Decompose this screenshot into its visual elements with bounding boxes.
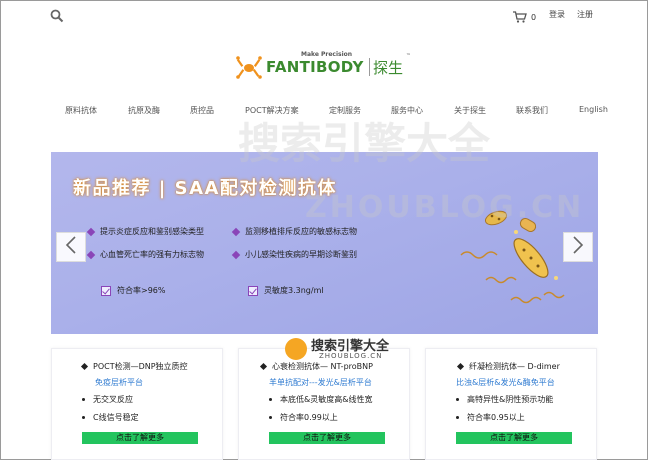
logo-wordmark: FANTIBODY — [266, 58, 364, 76]
card-item: 符合率0.95以上 — [456, 412, 525, 423]
banner-feature: 小儿感染性疾病的早期诊断鉴别 — [231, 249, 357, 260]
bullet-dot-icon — [269, 416, 272, 419]
diamond-bullet-icon — [456, 362, 465, 371]
card-title: 纤凝检测抗体— D-dimer — [426, 361, 596, 372]
card-item-text: 本底低&灵敏度高&线性宽 — [280, 395, 373, 404]
banner-feature-text: 监测移植排斥反应的敏感标志物 — [245, 227, 357, 236]
main-nav: 原料抗体 抗原及酶 质控品 POCT解决方案 定制服务 服务中心 关于探生 联系… — [0, 105, 648, 119]
diamond-bullet-icon — [259, 362, 268, 371]
card-item: 无交叉反应 — [82, 394, 133, 405]
checkbox-icon — [101, 285, 111, 296]
card-title-text: POCT检测—DNP独立质控 — [93, 362, 188, 371]
bullet-dot-icon — [269, 398, 272, 401]
register-link[interactable]: 注册 — [577, 9, 593, 20]
banner-feature-text: 提示炎症反应和鉴别感染类型 — [100, 227, 204, 236]
card-title: POCT检测—DNP独立质控 — [52, 361, 222, 372]
chevron-right-icon — [572, 236, 584, 258]
watermark-badge: 搜索引擎大全 ZHOUBLOG.CN — [285, 335, 393, 365]
frog-logo-icon — [236, 55, 262, 83]
diamond-bullet-icon — [80, 362, 89, 371]
banner-spec: 符合率>96% — [101, 285, 165, 296]
banner-feature-text: 小儿感染性疾病的早期诊断鉴别 — [245, 250, 357, 259]
product-card-dnp[interactable]: POCT检测—DNP独立质控 免疫层析平台 无交叉反应 C线信号稳定 点击了解更… — [51, 348, 223, 460]
trademark-mark: ™ — [406, 53, 411, 59]
diamond-bullet-icon — [231, 227, 241, 236]
checkbox-icon — [248, 285, 258, 296]
logo-tagline: Make Precision — [301, 51, 353, 58]
banner-feature: 提示炎症反应和鉴别感染类型 — [86, 226, 204, 237]
search-icon[interactable] — [50, 8, 66, 24]
product-card-ddimer[interactable]: 纤凝检测抗体— D-dimer 比浊&层析&发光&酶免平台 高特异性&阴性预示功… — [425, 348, 597, 460]
banner-feature: 监测移植排斥反应的敏感标志物 — [231, 226, 357, 237]
logo-divider — [369, 58, 370, 76]
bullet-dot-icon — [456, 398, 459, 401]
bullet-dot-icon — [456, 416, 459, 419]
banner-title: 新品推荐 | SAA配对检测抗体 — [73, 178, 337, 199]
banner-spec-text: 符合率>96% — [117, 286, 166, 295]
card-item-text: 符合率0.99以上 — [280, 413, 338, 422]
bullet-dot-icon — [82, 416, 85, 419]
hero-banner[interactable]: 新品推荐 | SAA配对检测抗体 提示炎症反应和鉴别感染类型 心血管死亡率的强有… — [51, 152, 598, 334]
nav-item-antigen-enzyme[interactable]: 抗原及酶 — [128, 105, 160, 116]
learn-more-button[interactable]: 点击了解更多 — [269, 432, 385, 444]
logo-chinese: 探生 — [373, 59, 404, 77]
cart-icon — [513, 8, 527, 27]
watermark-badge-en: ZHOUBLOG.CN — [319, 352, 383, 360]
card-subtitle: 免疫层析平台 — [95, 378, 143, 387]
cart-count: 0 — [531, 13, 537, 22]
card-item: 高特异性&阴性预示功能 — [456, 394, 553, 405]
diamond-bullet-icon — [86, 250, 96, 259]
brand-logo[interactable]: Make Precision FANTIBODY 探生 ™ — [236, 51, 416, 83]
card-item-text: 无交叉反应 — [93, 395, 133, 404]
diamond-bullet-icon — [231, 250, 241, 259]
login-link[interactable]: 登录 — [549, 9, 565, 20]
bullet-dot-icon — [82, 398, 85, 401]
card-subtitle: 羊单抗配对---发光&层析平台 — [269, 378, 372, 387]
bacteria-illustration-icon — [460, 210, 565, 304]
card-item-text: 高特异性&阴性预示功能 — [467, 395, 554, 404]
nav-item-poct[interactable]: POCT解决方案 — [245, 105, 299, 116]
card-subtitle: 比浊&层析&发光&酶免平台 — [456, 378, 555, 387]
nav-item-custom[interactable]: 定制服务 — [329, 105, 361, 116]
watermark-circle-icon — [285, 338, 307, 360]
card-item: 本底低&灵敏度高&线性宽 — [269, 394, 372, 405]
card-item: 符合率0.99以上 — [269, 412, 338, 423]
card-item: C线信号稳定 — [82, 412, 139, 423]
carousel-next-button[interactable] — [563, 232, 593, 262]
card-item-text: C线信号稳定 — [93, 413, 139, 422]
top-bar: 0 登录 注册 — [0, 0, 648, 30]
learn-more-button[interactable]: 点击了解更多 — [456, 432, 572, 444]
nav-item-contact[interactable]: 联系我们 — [516, 105, 548, 116]
card-title-text: 纤凝检测抗体— D-dimer — [469, 362, 560, 371]
banner-feature: 心血管死亡率的强有力标志物 — [86, 249, 204, 260]
learn-more-button[interactable]: 点击了解更多 — [82, 432, 198, 444]
diamond-bullet-icon — [86, 227, 96, 236]
nav-item-english[interactable]: English — [579, 105, 608, 114]
nav-item-service[interactable]: 服务中心 — [391, 105, 423, 116]
cart-button[interactable]: 0 — [513, 8, 536, 27]
banner-feature-text: 心血管死亡率的强有力标志物 — [100, 250, 204, 259]
nav-item-about[interactable]: 关于探生 — [454, 105, 486, 116]
card-item-text: 符合率0.95以上 — [467, 413, 525, 422]
chevron-left-icon — [65, 236, 77, 258]
banner-spec: 灵敏度3.3ng/ml — [248, 285, 324, 296]
nav-item-raw-antibody[interactable]: 原料抗体 — [65, 105, 97, 116]
nav-item-qc[interactable]: 质控品 — [190, 105, 214, 116]
carousel-prev-button[interactable] — [56, 232, 86, 262]
banner-spec-text: 灵敏度3.3ng/ml — [264, 286, 324, 295]
